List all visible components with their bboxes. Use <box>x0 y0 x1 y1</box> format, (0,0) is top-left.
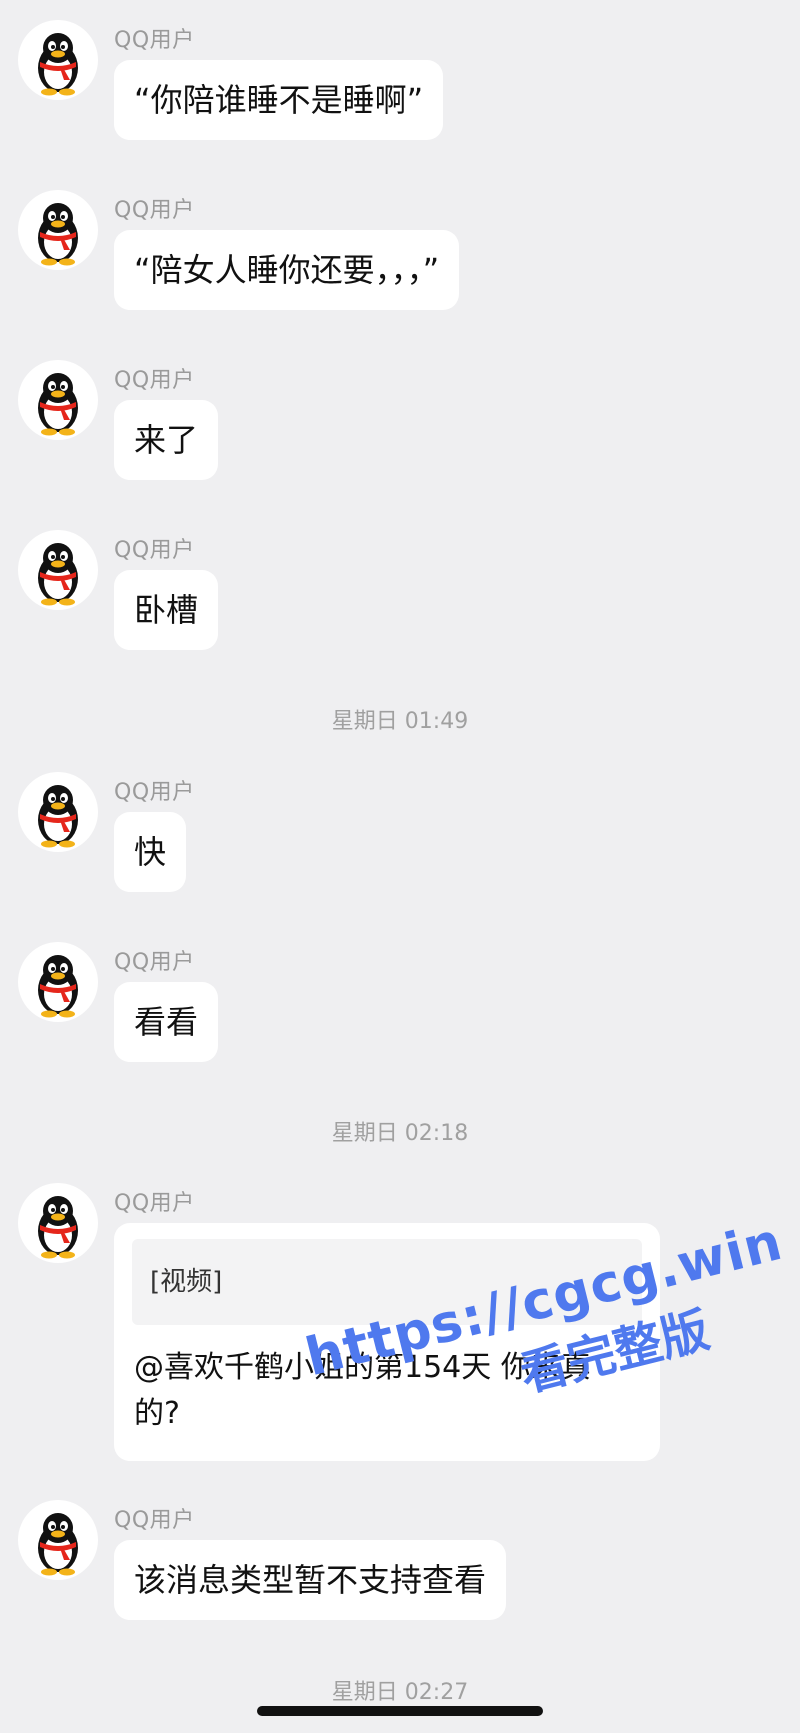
message-text-line: 的? <box>134 1396 180 1431</box>
sender-name: QQ用户 <box>114 1508 195 1533</box>
qq-penguin-icon <box>18 20 98 100</box>
sender-name: QQ用户 <box>114 368 195 393</box>
sender-name: QQ用户 <box>114 28 195 53</box>
message-bubble[interactable]: 看看 <box>114 982 219 1062</box>
avatar[interactable] <box>18 942 98 1022</box>
avatar[interactable] <box>18 1500 98 1580</box>
sender-name: QQ用户 <box>114 198 195 223</box>
timestamp: 星期日 02:18 <box>331 1121 469 1146</box>
avatar[interactable] <box>18 772 98 852</box>
qq-penguin-icon <box>18 360 98 440</box>
sender-name: QQ用户 <box>114 950 195 975</box>
qq-penguin-icon <box>18 530 98 610</box>
message-bubble[interactable]: “你陪谁睡不是睡啊” <box>114 60 444 140</box>
avatar[interactable] <box>18 530 98 610</box>
message-bubble[interactable]: 来了 <box>114 400 219 480</box>
message-bubble[interactable]: 快 <box>114 812 187 892</box>
quoted-message-bubble[interactable]: [视频] @喜欢千鹤小姐的第154天 你来真 的? <box>114 1223 660 1461</box>
message-bubble[interactable]: 该消息类型暂不支持查看 <box>114 1540 507 1620</box>
qq-penguin-icon <box>18 772 98 852</box>
quoted-video-box[interactable]: [视频] <box>132 1239 642 1325</box>
message-bubble[interactable]: “陪女人睡你还要，，，” <box>114 230 460 310</box>
message-text-line: @喜欢千鹤小姐的第154天 你来真 <box>134 1350 591 1385</box>
qq-penguin-icon <box>18 190 98 270</box>
sender-name: QQ用户 <box>114 1191 195 1216</box>
qq-penguin-icon <box>18 942 98 1022</box>
sender-name: QQ用户 <box>114 780 195 805</box>
avatar[interactable] <box>18 360 98 440</box>
message-text: @喜欢千鹤小姐的第154天 你来真 的? <box>132 1345 642 1437</box>
avatar[interactable] <box>18 190 98 270</box>
avatar[interactable] <box>18 20 98 100</box>
timestamp: 星期日 02:27 <box>331 1680 469 1705</box>
message-bubble[interactable]: 卧槽 <box>114 570 219 650</box>
avatar[interactable] <box>18 1183 98 1263</box>
qq-penguin-icon <box>18 1183 98 1263</box>
home-indicator[interactable] <box>257 1706 543 1716</box>
qq-penguin-icon <box>18 1500 98 1580</box>
timestamp: 星期日 01:49 <box>331 709 469 734</box>
sender-name: QQ用户 <box>114 538 195 563</box>
